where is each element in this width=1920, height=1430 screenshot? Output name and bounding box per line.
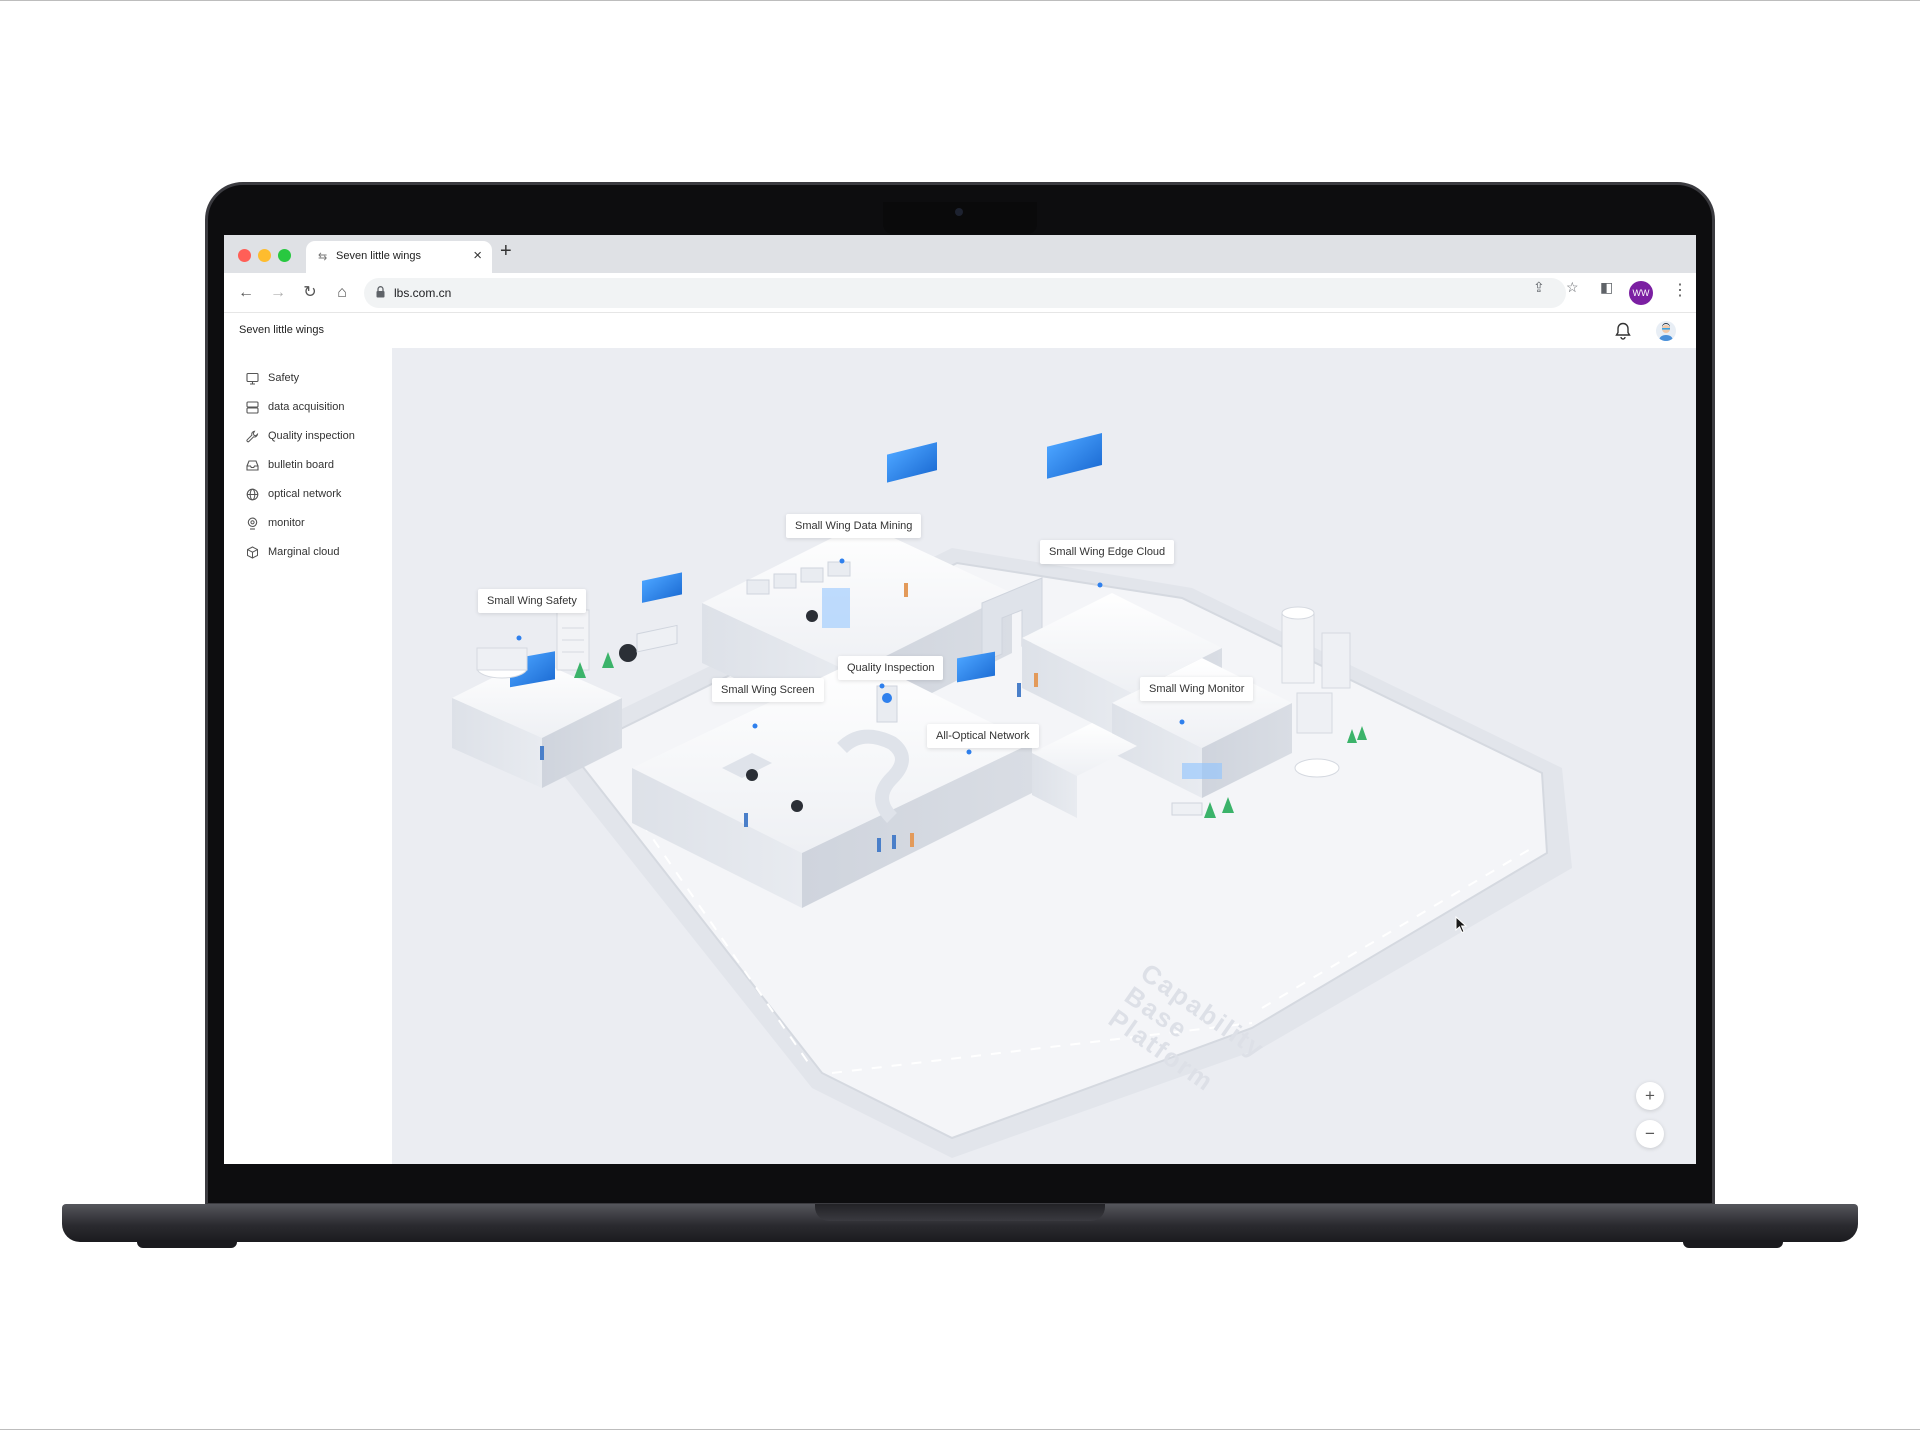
sidebar-item-label: data acquisition [268,401,345,413]
webcam-icon [955,208,963,216]
callout-monitor[interactable]: Small Wing Monitor [1140,677,1254,701]
laptop-foot-left [137,1240,237,1248]
laptop-hinge-groove [815,1204,1105,1221]
browser-tab[interactable]: ⇆ Seven little wings × [306,241,492,273]
maximize-window-button[interactable] [278,249,291,262]
cube-icon [247,546,258,559]
callout-all-optical-network[interactable]: All-Optical Network [927,724,1039,748]
laptop-foot-right [1683,1240,1783,1248]
mouse-pointer-icon [1455,916,1468,934]
sidebar-item-label: bulletin board [268,459,335,471]
app-title: Seven little wings [239,324,324,336]
new-tab-button[interactable]: + [500,240,512,263]
sidebar: Safety data acquisition Quality inspecti… [224,348,392,1164]
profile-avatar[interactable]: WW [1629,281,1653,305]
callout-quality-inspection[interactable]: Quality Inspection [838,656,944,680]
address-bar[interactable]: lbs.com.cn [364,278,1566,308]
tab-close-icon[interactable]: × [473,247,482,264]
user-avatar[interactable] [1656,321,1676,341]
user-avatar-icon [1659,323,1673,341]
camera-notch [883,202,1037,234]
zoom-in-button[interactable]: + [1636,1082,1664,1110]
sidebar-item-quality-inspection[interactable]: Quality inspection [246,426,386,448]
sidebar-item-data-acquisition[interactable]: data acquisition [246,397,386,419]
lock-icon [376,286,385,298]
back-arrow-icon[interactable]: ← [234,281,258,305]
sidebar-item-safety[interactable]: Safety [246,368,386,390]
monitor-screen-icon [246,372,259,385]
close-window-button[interactable] [238,249,251,262]
reload-icon[interactable]: ↻ [298,281,322,305]
minimize-window-button[interactable] [258,249,271,262]
sidebar-item-label: monitor [268,517,305,529]
forward-arrow-icon[interactable]: → [266,281,290,305]
sidebar-item-bulletin-board[interactable]: bulletin board [246,455,386,477]
browser-tabbar: ⇆ Seven little wings × + [224,235,1696,273]
sidebar-item-label: Marginal cloud [268,546,340,558]
bookmark-star-icon[interactable]: ☆ [1566,279,1579,296]
side-panel-icon[interactable]: ◧ [1600,279,1613,296]
wrench-icon [246,430,259,443]
tab-title: Seven little wings [336,250,421,262]
inbox-tray-icon [246,460,259,471]
isometric-factory-illustration [452,432,1572,1158]
share-icon[interactable]: ⇪ [1533,279,1545,296]
callout-screen[interactable]: Small Wing Screen [712,678,824,702]
stage: ⇆ Seven little wings × + ← → ↻ ⌂ lbs.com… [0,0,1920,1430]
globe-icon [246,488,259,501]
tab-favicon-icon: ⇆ [318,251,328,263]
url-text: lbs.com.cn [394,286,452,300]
camera-pin-icon [247,517,258,530]
sidebar-item-marginal-cloud[interactable]: Marginal cloud [246,542,386,564]
notification-bell-icon[interactable] [1614,321,1632,341]
sidebar-item-label: Quality inspection [268,430,355,442]
browser-toolbar: ← → ↻ ⌂ lbs.com.cn ⇪ ☆ ◧ WW ⋮ [224,273,1696,313]
screen: ⇆ Seven little wings × + ← → ↻ ⌂ lbs.com… [224,235,1696,1164]
callout-data-mining[interactable]: Small Wing Data Mining [786,514,922,538]
sidebar-item-label: optical network [268,488,342,500]
zoom-out-button[interactable]: − [1636,1120,1664,1148]
app-header: Seven little wings [224,314,1696,348]
sidebar-item-monitor[interactable]: monitor [246,513,386,535]
server-stack-icon [246,401,259,414]
browser-menu-icon[interactable]: ⋮ [1672,280,1688,300]
sidebar-item-label: Safety [268,372,300,384]
sidebar-item-optical-network[interactable]: optical network [246,484,386,506]
callout-edge-cloud[interactable]: Small Wing Edge Cloud [1040,540,1175,564]
factory-map[interactable]: Capability Base Platform Small Wing Data… [392,348,1696,1164]
home-icon[interactable]: ⌂ [330,281,354,305]
callout-safety[interactable]: Small Wing Safety [478,589,586,613]
